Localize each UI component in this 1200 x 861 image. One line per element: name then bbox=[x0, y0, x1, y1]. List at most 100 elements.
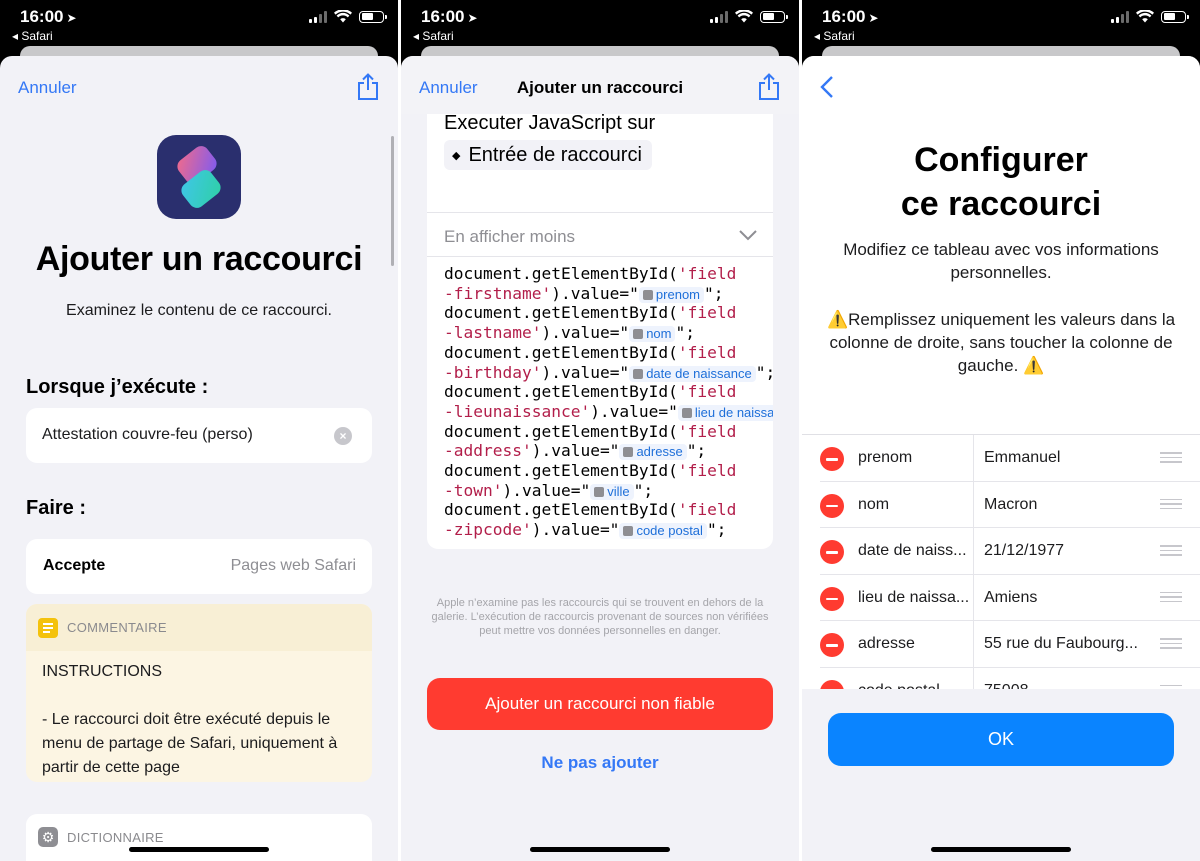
row-value[interactable]: Macron bbox=[984, 496, 1037, 514]
variable-icon bbox=[623, 526, 634, 537]
row-key[interactable]: nom bbox=[858, 496, 889, 514]
code-suffix: "; bbox=[704, 283, 724, 303]
minus-circle-icon[interactable] bbox=[820, 633, 844, 657]
battery-icon bbox=[760, 10, 788, 23]
page-title: Ajouter un raccourci bbox=[35, 240, 363, 278]
share-icon[interactable] bbox=[356, 73, 380, 101]
reorder-handle-icon[interactable] bbox=[1160, 498, 1182, 511]
clear-icon[interactable]: × bbox=[334, 427, 352, 445]
row-value[interactable]: Amiens bbox=[984, 589, 1037, 607]
back-chevron-icon[interactable] bbox=[820, 75, 834, 99]
battery-icon bbox=[1161, 10, 1189, 23]
column-separator bbox=[973, 667, 974, 689]
minus-circle-icon[interactable] bbox=[820, 679, 844, 689]
row-key[interactable]: lieu de naissa... bbox=[858, 589, 969, 607]
sheet: Configurer ce raccourci Modifiez ce table… bbox=[802, 56, 1200, 861]
row-value[interactable]: 55 rue du Faubourg... bbox=[984, 635, 1138, 653]
time-text: 16:00 bbox=[20, 7, 64, 26]
minus-circle-icon[interactable] bbox=[820, 586, 844, 611]
comment-action[interactable]: COMMENTAIRE INSTRUCTIONS - Le raccourci … bbox=[26, 604, 372, 782]
reorder-handle-icon[interactable] bbox=[1160, 545, 1182, 557]
table-row[interactable]: lieu de naissa... Amiens bbox=[820, 574, 1200, 621]
comment-header: COMMENTAIRE bbox=[26, 604, 372, 651]
code-value-part: ).value=" bbox=[590, 401, 678, 421]
code-line: document.getElementById('field bbox=[444, 343, 763, 363]
back-to-safari[interactable]: ◂ Safari bbox=[413, 29, 454, 43]
minus-circle-icon[interactable] bbox=[820, 493, 844, 518]
reorder-handle-icon[interactable] bbox=[1160, 638, 1182, 650]
minus-circle-icon[interactable] bbox=[820, 540, 844, 564]
variable-token[interactable]: ville bbox=[590, 483, 634, 500]
input-token[interactable]: ◆ Entrée de raccourci bbox=[444, 140, 652, 170]
code-line: document.getElementById('field bbox=[444, 303, 763, 323]
code-line: -zipcode').value=" code postal "; bbox=[444, 520, 763, 540]
accept-row[interactable]: Accepte Pages web Safari bbox=[26, 539, 372, 594]
status-bar: 16:00 ➤ ◂ Safari bbox=[802, 0, 1200, 46]
add-untrusted-button[interactable]: Ajouter un raccourci non fiable bbox=[427, 678, 773, 730]
code-prefix: document.getElementById( bbox=[444, 382, 678, 402]
table-row[interactable]: prenom Emmanuel bbox=[820, 435, 1200, 482]
back-to-safari[interactable]: ◂ Safari bbox=[814, 29, 855, 43]
table-row[interactable]: date de naiss... 21/12/1977 bbox=[820, 528, 1200, 575]
table-row[interactable]: adresse 55 rue du Faubourg... bbox=[820, 621, 1200, 668]
title-line-2: ce raccourci bbox=[900, 185, 1102, 223]
variable-token[interactable]: nom bbox=[629, 326, 676, 343]
minus-circle-icon[interactable] bbox=[820, 447, 844, 471]
ok-button[interactable]: OK bbox=[828, 713, 1174, 766]
chevron-down-icon[interactable] bbox=[739, 229, 757, 241]
code-line: document.getElementById('field bbox=[444, 264, 763, 284]
code-string: 'field bbox=[677, 264, 737, 283]
title-line-1: Configurer bbox=[914, 141, 1088, 179]
divider bbox=[427, 212, 773, 213]
code-line: -firstname').value=" prenom "; bbox=[444, 284, 763, 304]
dont-add-button[interactable]: Ne pas ajouter bbox=[401, 753, 799, 773]
row-key[interactable]: adresse bbox=[858, 635, 915, 653]
share-icon[interactable] bbox=[757, 73, 781, 101]
variable-token[interactable]: prenom bbox=[638, 286, 704, 303]
home-indicator[interactable] bbox=[129, 847, 269, 852]
variable-token[interactable]: date de naissance bbox=[629, 365, 756, 382]
row-key[interactable]: code postal bbox=[858, 682, 940, 690]
row-value[interactable]: 75008 bbox=[984, 682, 1029, 690]
table-row[interactable]: code postal 75008 bbox=[820, 667, 1200, 690]
show-less-button[interactable]: En afficher moins bbox=[444, 227, 575, 247]
reorder-handle-icon[interactable] bbox=[1160, 452, 1182, 464]
variable-label: prenom bbox=[655, 286, 700, 302]
variable-token[interactable]: lieu de naissance bbox=[677, 404, 773, 421]
status-time: 16:00 ➤ bbox=[822, 7, 879, 27]
code-value-part: ).value=" bbox=[551, 283, 639, 303]
row-value[interactable]: 21/12/1977 bbox=[984, 542, 1064, 560]
home-indicator[interactable] bbox=[530, 847, 670, 852]
code-string: 'field bbox=[677, 382, 737, 402]
code-value-part: ).value=" bbox=[502, 480, 591, 500]
reorder-handle-icon[interactable] bbox=[1160, 591, 1182, 604]
shortcut-name-field[interactable]: Attestation couvre-feu (perso) × bbox=[26, 408, 372, 463]
code-string: -zipcode' bbox=[444, 520, 532, 540]
cancel-button[interactable]: Annuler bbox=[18, 78, 77, 98]
variable-token[interactable]: adresse bbox=[619, 444, 687, 461]
nav-bar: Annuler Ajouter un raccourci bbox=[401, 56, 799, 114]
scrollbar[interactable] bbox=[391, 136, 394, 266]
dictionary-action[interactable]: ⚙ DICTIONNAIRE bbox=[26, 814, 372, 861]
code-prefix: document.getElementById( bbox=[444, 421, 678, 441]
variable-label: date de naissance bbox=[646, 365, 752, 381]
action-title: Executer JavaScript sur bbox=[444, 112, 656, 134]
row-key[interactable]: prenom bbox=[858, 449, 912, 467]
row-key[interactable]: date de naiss... bbox=[858, 542, 967, 560]
variable-icon bbox=[681, 407, 692, 418]
code-string: -town' bbox=[444, 480, 503, 500]
comment-body: INSTRUCTIONS - Le raccourci doit être ex… bbox=[26, 651, 372, 782]
wifi-icon bbox=[1136, 10, 1154, 23]
home-indicator[interactable] bbox=[931, 847, 1071, 852]
variable-token[interactable]: code postal bbox=[619, 523, 707, 540]
code-line: -lieunaissance').value=" lieu de naissanc… bbox=[444, 401, 773, 422]
comment-text: - Le raccourci doit être exécuté depuis … bbox=[42, 711, 338, 776]
back-to-safari[interactable]: ◂ Safari bbox=[12, 29, 53, 43]
row-value[interactable]: Emmanuel bbox=[984, 449, 1060, 467]
javascript-action-card[interactable]: Executer JavaScript sur ◆ Entrée de racco… bbox=[427, 86, 773, 549]
code-line: document.getElementById('field bbox=[444, 382, 763, 402]
input-token-label: Entrée de raccourci bbox=[468, 144, 642, 166]
configure-title: Configurer ce raccourci bbox=[802, 138, 1200, 226]
table-row[interactable]: nom Macron bbox=[820, 481, 1200, 528]
variable-label: adresse bbox=[636, 444, 683, 460]
